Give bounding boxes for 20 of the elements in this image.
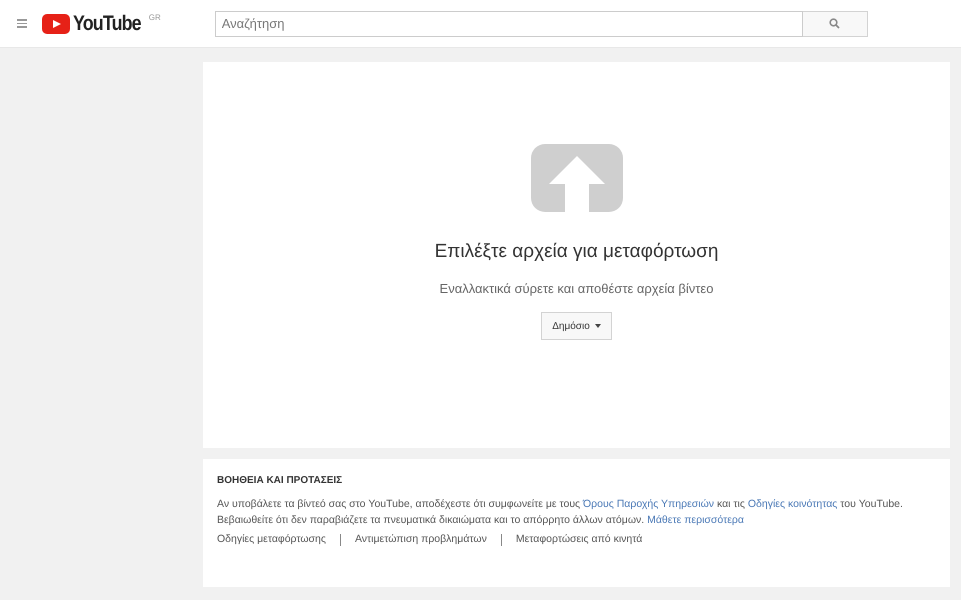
region-label: GR [148, 14, 161, 22]
search-field[interactable]: Αναζήτηση [214, 10, 803, 36]
upload-subtitle: Εναλλακτικά σύρετε και αποθέστε αρχεία βίντεο [440, 280, 714, 298]
logo-text[interactable]: YouTube [73, 14, 141, 34]
caret-icon [594, 324, 601, 328]
search-button[interactable] [802, 10, 868, 36]
footer-link[interactable]: Οδηγίες μεταφόρτωσης [217, 532, 326, 548]
help-text: Βεβαιωθείτε ότι δεν παραβιάζετε τα πνευματικά δικαιώματα και το απόρρητο άλλων ατόμων. Μάθετε περισσότερα [217, 513, 745, 528]
text-link[interactable]: Μάθετε περισσότερα [647, 514, 744, 526]
text-link[interactable]: Οδηγίες κοινότητας [748, 498, 838, 510]
upload-title: Επιλέξτε αρχεία για μεταφόρτωση [434, 240, 718, 264]
menu-icon[interactable] [17, 19, 27, 28]
text-link[interactable]: Όρους Παροχής Υπηρεσιών [583, 498, 714, 510]
play-logo-icon [42, 14, 70, 34]
help-text: Αν υποβάλετε τα βίντεό σας στο YouTube, αποδέχεστε ότι συμφωνείτε με τους Όρους Παροχής Υπηρεσιών και τις Οδηγίες κοινότητας του YouTube. [217, 497, 904, 512]
help-heading: ΒΟΗΘΕΙΑ ΚΑΙ ΠΡΟΤΑΣΕΙΣ [217, 474, 344, 488]
privacy-dropdown[interactable]: Δημόσιο [541, 312, 612, 340]
search-icon [829, 18, 840, 29]
footer-link[interactable]: Μεταφορτώσεις από κινητά [516, 532, 642, 548]
footer-link[interactable]: Αντιμετώπιση προβλημάτων [354, 532, 487, 548]
